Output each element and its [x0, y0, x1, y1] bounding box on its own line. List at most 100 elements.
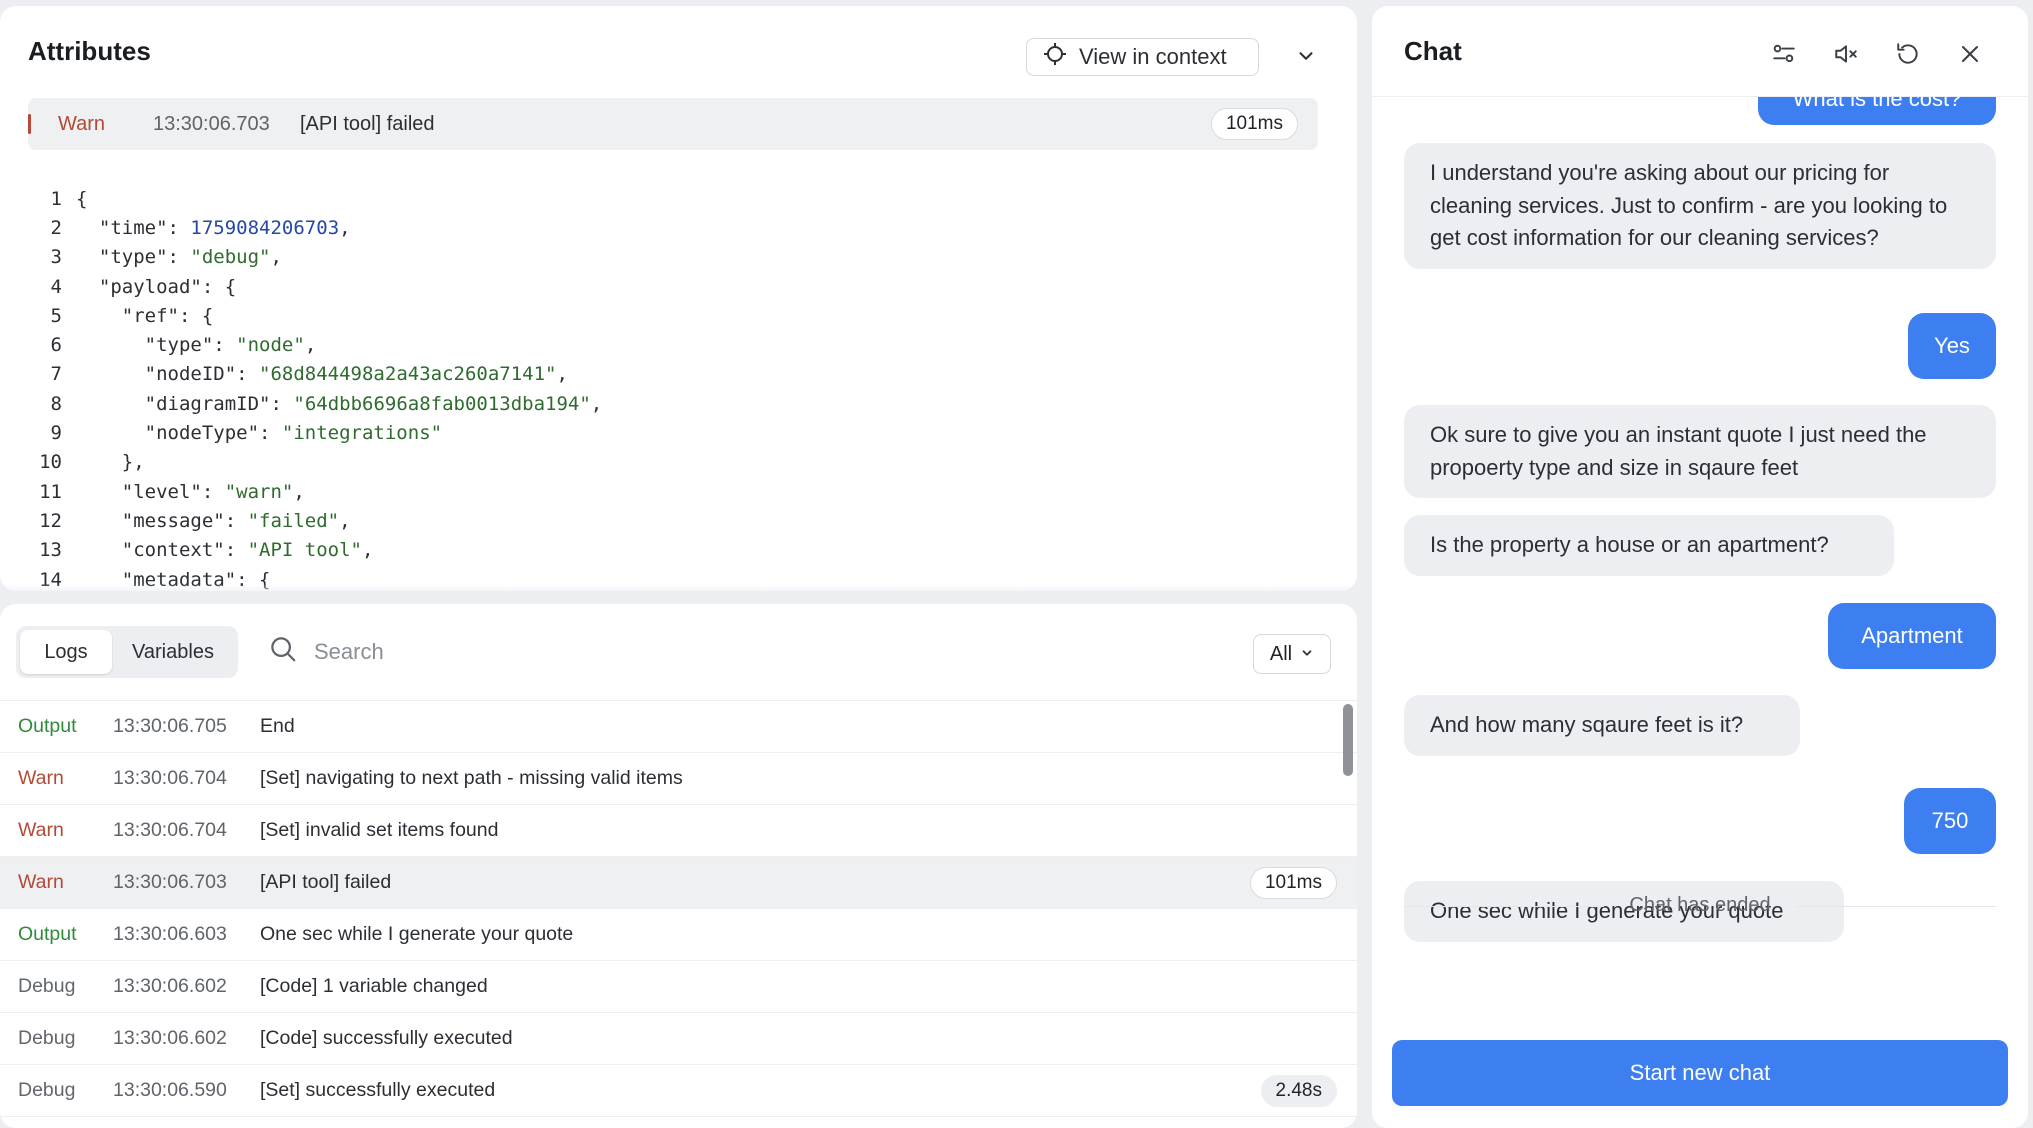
json-code-view: 1{2 "time": 1759084206703, 3 "type": "deb… [28, 184, 1328, 591]
user-message: Apartment [1828, 603, 1996, 669]
log-level: Output [18, 715, 77, 737]
chevron-down-icon [1300, 643, 1314, 666]
chat-ended-notice: Chat has ended [1404, 894, 1996, 917]
code-text: "time": 1759084206703, [98, 216, 351, 239]
log-level: Debug [18, 975, 76, 997]
log-list-scrollbar[interactable] [1343, 704, 1353, 776]
bot-message: Ok sure to give you an instant quote I j… [1404, 405, 1996, 498]
line-number: 7 [50, 363, 62, 386]
filter-label: All [1269, 642, 1293, 665]
log-row[interactable]: Warn 13:30:06.704 [Set] invalid set items … [0, 805, 1357, 857]
log-message: One sec while I generate your quote [260, 923, 574, 945]
code-text: "ref": { [121, 304, 214, 327]
code-line: 4 "payload": { [28, 272, 1328, 301]
code-text: { [76, 187, 88, 210]
code-text: "type": "debug", [98, 246, 282, 269]
line-number: 5 [50, 304, 62, 327]
tab-logs[interactable]: Logs [20, 630, 112, 674]
view-in-context-button[interactable]: View in context [1026, 38, 1259, 76]
line-number: 8 [50, 392, 62, 415]
tab-variables[interactable]: Variables [112, 630, 234, 674]
chat-settings-button[interactable] [1766, 38, 1802, 74]
log-level: Output [18, 923, 77, 945]
log-timestamp: 13:30:06.602 [113, 1027, 227, 1049]
log-timestamp: 13:30:06.703 [113, 871, 227, 893]
code-text: "message": "failed", [121, 509, 351, 532]
log-message: [Set] navigating to next path - missing … [260, 767, 683, 789]
duration-badge: 101ms [1249, 866, 1337, 899]
search-input[interactable] [314, 638, 914, 665]
chat-title: Chat [1404, 36, 1462, 66]
code-line: 10 }, [28, 448, 1328, 477]
attributes-panel: Attributes View in context Warn 13:30:06… [0, 6, 1357, 591]
line-number: 12 [39, 509, 62, 532]
code-line: 9 "nodeType": "integrations" [28, 418, 1328, 447]
log-timestamp: 13:30:06.602 [113, 975, 227, 997]
log-message: [Code] 1 variable changed [260, 975, 488, 997]
log-row[interactable]: Output 13:30:06.603 One sec while I genera… [0, 909, 1357, 961]
code-text: "nodeID": "68d844498a2a43ac260a7141", [144, 363, 568, 386]
log-level: Warn [18, 819, 64, 841]
chevron-down-icon [1295, 45, 1317, 72]
log-row[interactable]: Debug 13:30:06.602 [Code] 1 variable chang… [0, 961, 1357, 1013]
line-number: 4 [50, 275, 62, 298]
code-line: 1{ [28, 184, 1328, 213]
bot-message: And how many sqaure feet is it? [1404, 695, 1800, 756]
log-row[interactable]: Output 13:30:06.705 End [0, 701, 1357, 753]
line-number: 1 [50, 187, 62, 210]
refresh-icon [1895, 41, 1921, 72]
selected-log-summary: Warn 13:30:06.703 [API tool] failed 101m… [28, 98, 1318, 150]
chat-panel: Chat What is the cost? I understand you'… [1372, 6, 2028, 1128]
code-line: 11 "level": "warn", [28, 477, 1328, 506]
user-message: Yes [1908, 313, 1996, 379]
log-row[interactable]: Warn 13:30:06.703 [API tool] failed 101ms [0, 857, 1357, 909]
collapse-button[interactable] [1290, 42, 1322, 74]
line-number: 13 [39, 539, 62, 562]
code-text: "context": "API tool", [121, 539, 374, 562]
logs-tabs: Logs Variables [16, 626, 238, 678]
log-timestamp: 13:30:06.704 [113, 819, 227, 841]
log-level: Warn [18, 767, 64, 789]
view-in-context-label: View in context [1079, 44, 1227, 69]
log-list: Output 13:30:06.705 End Warn 13:30:06.704 [Se… [0, 700, 1357, 1128]
line-number: 3 [50, 246, 62, 269]
user-message: What is the cost? [1758, 97, 1996, 125]
log-row[interactable]: Warn 13:30:06.704 [Set] navigating to next… [0, 753, 1357, 805]
log-message: [API tool] failed [300, 112, 435, 135]
log-message: [Code] successfully executed [260, 1027, 513, 1049]
code-text: "type": "node", [144, 334, 317, 357]
log-level: Warn [18, 871, 64, 893]
restart-button[interactable] [1890, 38, 1926, 74]
bot-message: I understand you're asking about our pri… [1404, 143, 1996, 269]
attributes-title: Attributes [28, 36, 151, 66]
log-timestamp: 13:30:06.705 [113, 715, 227, 737]
speaker-muted-icon [1833, 41, 1859, 72]
line-number: 2 [50, 216, 62, 239]
user-message: 750 [1904, 788, 1996, 854]
sliders-icon [1771, 41, 1797, 72]
log-search [268, 634, 914, 669]
code-text: }, [76, 451, 145, 474]
search-icon [268, 634, 298, 669]
bot-message: Is the property a house or an apartment? [1404, 515, 1894, 576]
log-message: [Set] invalid set items found [260, 819, 499, 841]
code-line: 7 "nodeID": "68d844498a2a43ac260a7141", [28, 360, 1328, 389]
log-row[interactable]: Debug 13:30:06.590 [Set] successfully exec… [0, 1065, 1357, 1117]
code-text: "nodeType": "integrations" [144, 422, 443, 445]
level-filter-dropdown[interactable]: All [1253, 634, 1331, 674]
start-new-chat-button[interactable]: Start new chat [1392, 1040, 2008, 1106]
panel-fade [0, 584, 1357, 591]
log-timestamp: 13:30:06.590 [113, 1079, 227, 1101]
code-line: 5 "ref": { [28, 301, 1328, 330]
log-row[interactable]: Debug 13:30:06.602 [Code] successfully exe… [0, 1013, 1357, 1065]
code-line: 3 "type": "debug", [28, 243, 1328, 272]
code-line: 6 "type": "node", [28, 330, 1328, 359]
log-message: End [260, 715, 295, 737]
log-message: [Set] successfully executed [260, 1079, 496, 1101]
line-number: 6 [50, 334, 62, 357]
line-number: 11 [39, 480, 62, 503]
duration-badge: 101ms [1210, 108, 1298, 140]
close-chat-button[interactable] [1952, 38, 1988, 74]
code-text: "payload": { [98, 275, 237, 298]
mute-button[interactable] [1828, 38, 1864, 74]
